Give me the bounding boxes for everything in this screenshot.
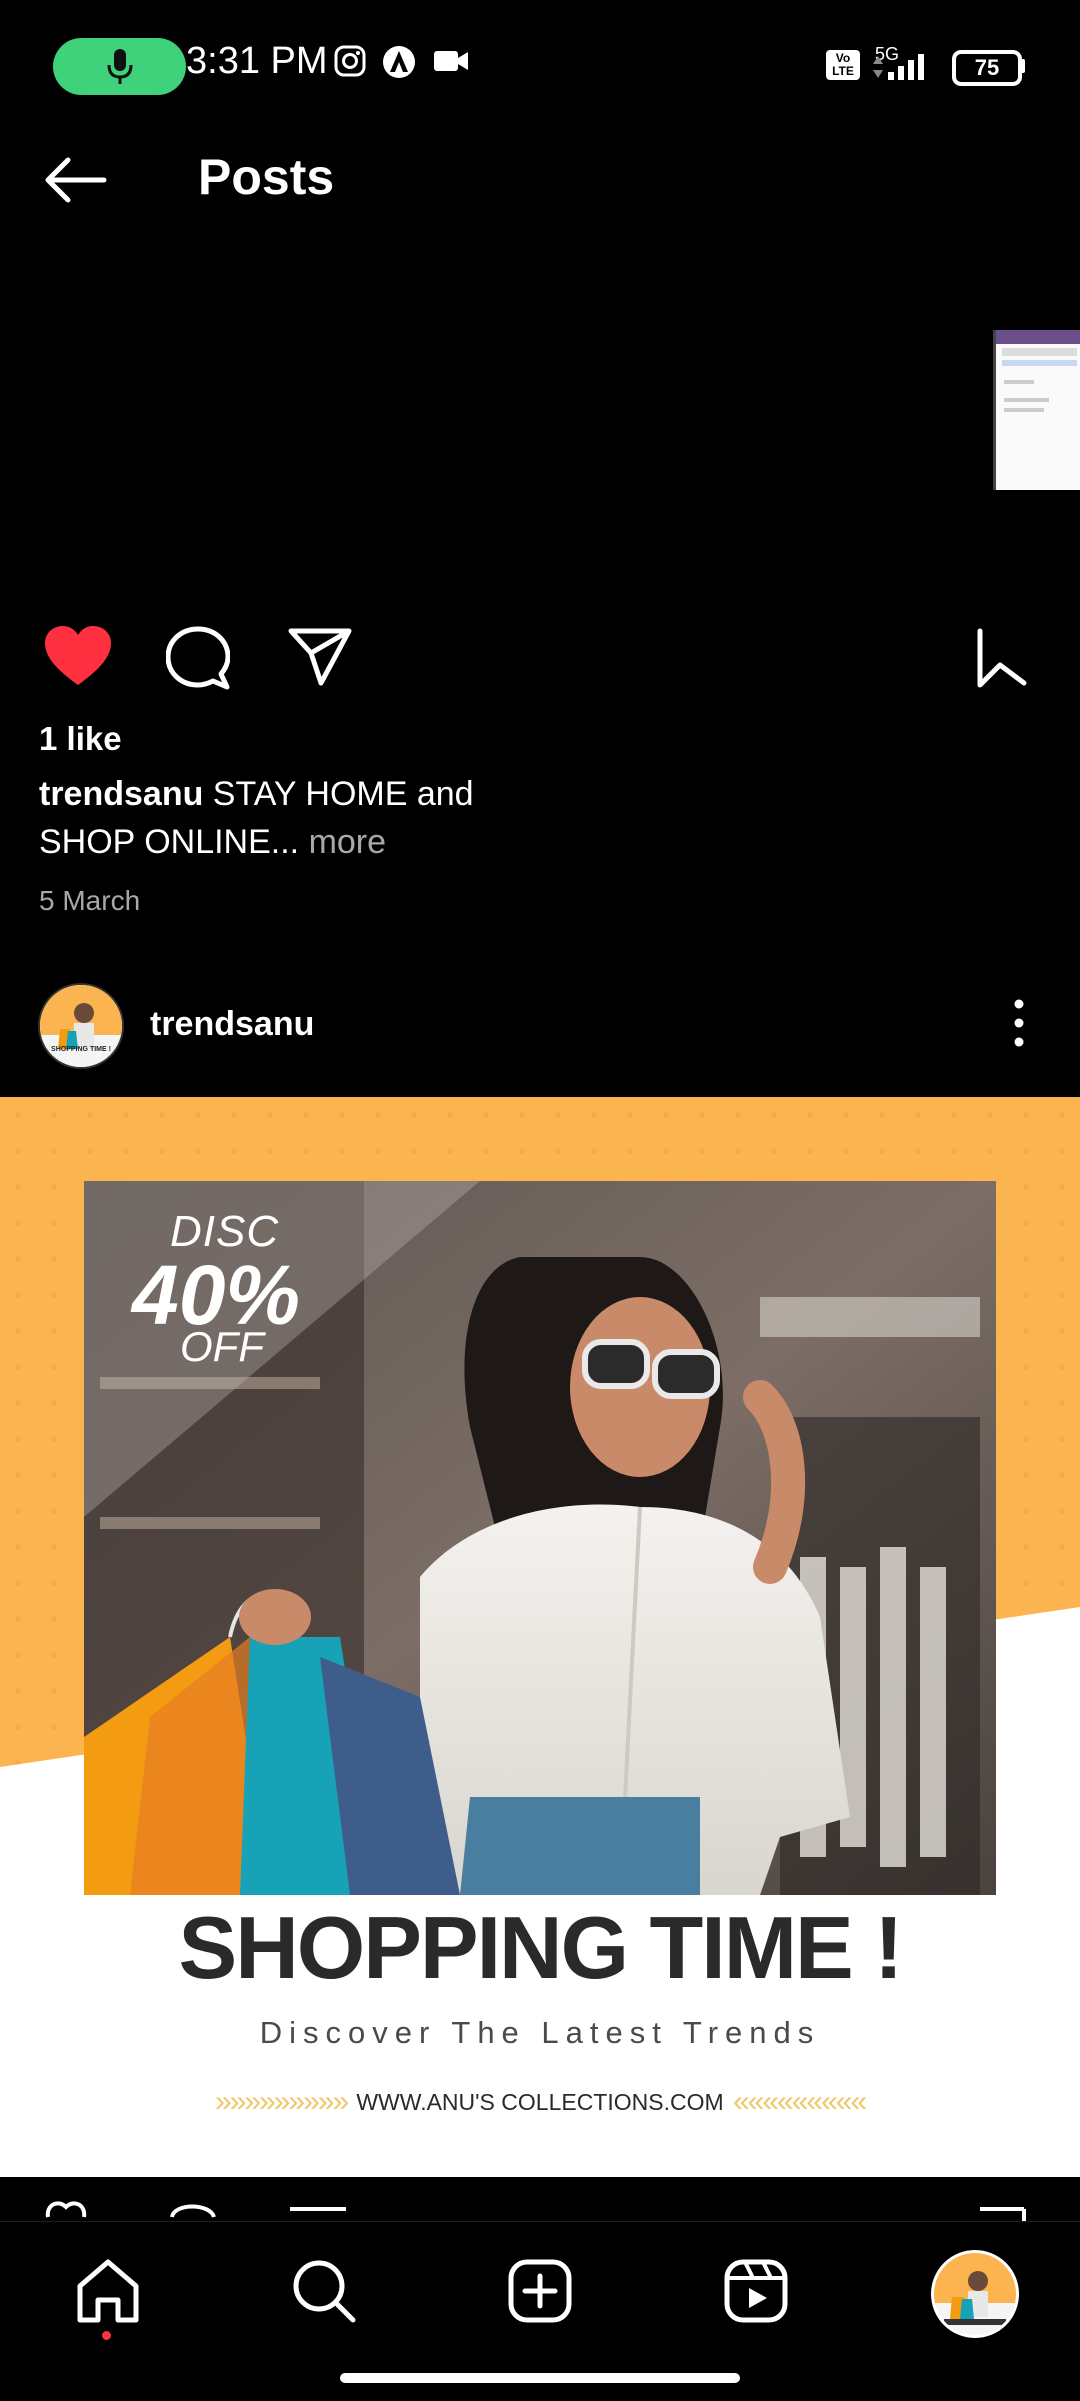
- next-actions-peek: [0, 2177, 1080, 2221]
- post-image[interactable]: DISC 40% OFF SHOPPING TIME ! Discover Th…: [0, 1097, 1080, 2177]
- profile-avatar-image: [934, 2253, 1016, 2325]
- clock: 3:31 PM: [186, 40, 328, 82]
- like-count[interactable]: 1 like: [39, 720, 122, 758]
- share-icon[interactable]: [287, 627, 353, 687]
- page-title: Posts: [198, 149, 335, 205]
- more-options-icon[interactable]: [1010, 998, 1028, 1048]
- battery-tip: [1020, 59, 1025, 73]
- instagram-icon: [334, 45, 366, 77]
- mic-icon: [107, 48, 132, 84]
- vpn-icon: [383, 46, 415, 78]
- more-link[interactable]: more: [299, 823, 386, 861]
- caption-username[interactable]: trendsanu: [39, 775, 203, 813]
- create-icon[interactable]: [507, 2258, 573, 2324]
- volte-badge: Vo LTE: [826, 50, 860, 80]
- off-label: OFF: [180, 1323, 264, 1370]
- comment-icon[interactable]: [166, 626, 230, 690]
- avatar-caption: SHOPPING TIME !: [51, 1046, 111, 1053]
- notification-dot: [102, 2331, 111, 2340]
- post-date: 5 March: [39, 885, 141, 916]
- back-arrow-icon[interactable]: [42, 155, 108, 205]
- home-icon[interactable]: [75, 2258, 141, 2324]
- avatar-image: [40, 985, 122, 1067]
- chevrons-right: «««««««««: [733, 2085, 867, 2118]
- search-icon[interactable]: [291, 2258, 357, 2324]
- post-username[interactable]: trendsanu: [150, 1005, 314, 1044]
- post-caption[interactable]: trendsanu STAY HOME and SHOP ONLINE... m…: [39, 770, 559, 866]
- battery-icon: 75: [952, 50, 1022, 86]
- home-indicator[interactable]: [340, 2373, 740, 2383]
- subline: Discover The Latest Trends: [259, 2015, 821, 2050]
- reels-icon[interactable]: [723, 2258, 789, 2324]
- mic-indicator[interactable]: [53, 38, 186, 95]
- save-icon[interactable]: [974, 627, 1030, 689]
- avatar[interactable]: SHOPPING TIME !: [38, 983, 124, 1069]
- website-url: WWW.ANU'S COLLECTIONS.COM: [356, 2089, 724, 2115]
- like-icon[interactable]: [43, 625, 113, 689]
- peek-icons: [45, 2201, 1026, 2221]
- status-bar: 3:31 PM Vo LTE 5G 75: [0, 0, 1080, 130]
- video-icon: [434, 51, 468, 71]
- profile-avatar[interactable]: [931, 2250, 1019, 2338]
- screenshot-thumbnail[interactable]: [993, 330, 1080, 490]
- signal-icon: [873, 54, 924, 80]
- headline: SHOPPING TIME !: [178, 1898, 904, 1997]
